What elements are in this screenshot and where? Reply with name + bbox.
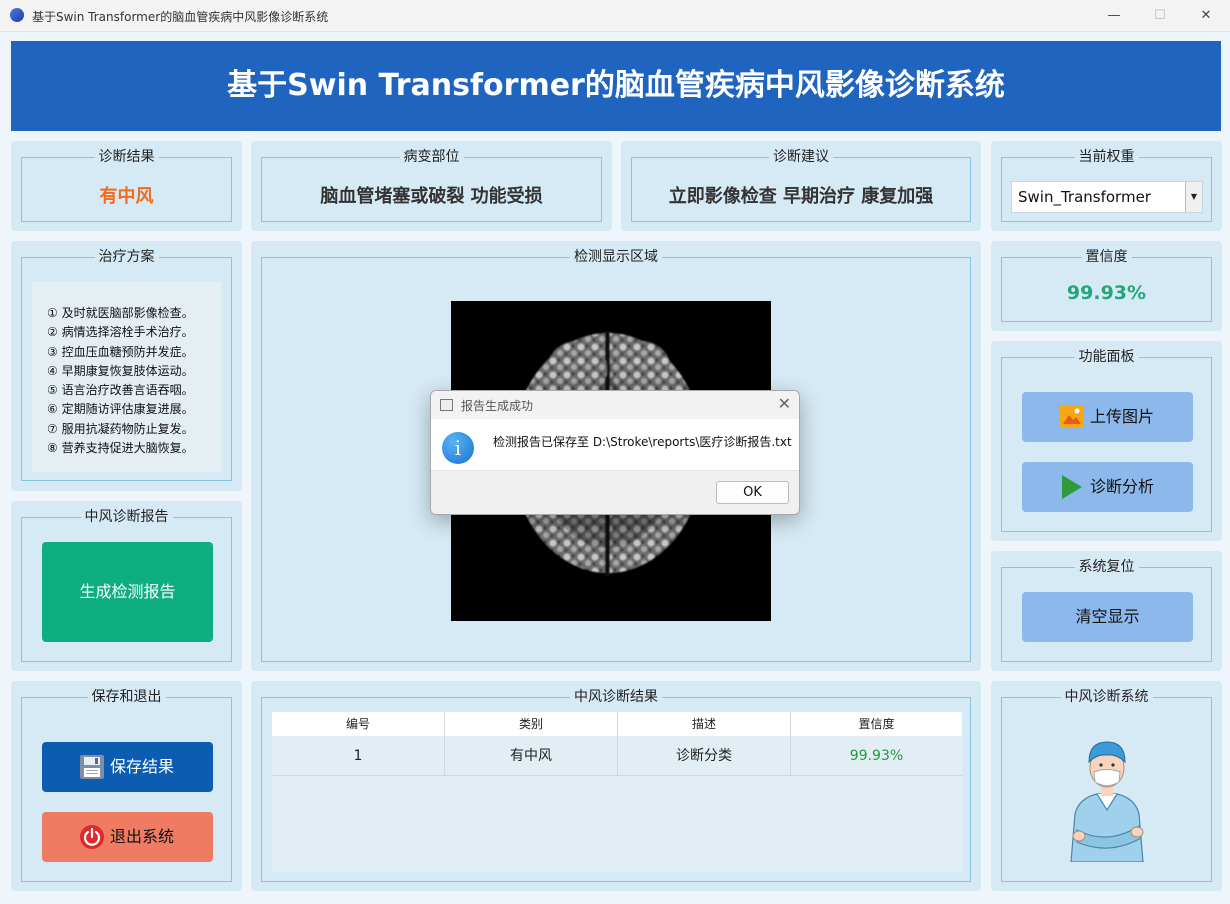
save-exit-label: 保存和退出 xyxy=(87,689,166,705)
weight-select-value: Swin_Transformer xyxy=(1018,188,1151,206)
power-icon xyxy=(80,825,104,849)
diagnosis-result-panel: 诊断结果 有中风 xyxy=(11,141,242,231)
treatment-item: ③ 控血压血糖预防并发症。 xyxy=(47,344,194,359)
diagnosis-advice-label: 诊断建议 xyxy=(769,149,833,165)
cell-confidence: 99.93% xyxy=(849,748,904,764)
exit-system-button[interactable]: 退出系统 xyxy=(42,812,213,862)
cell-category: 有中风 xyxy=(445,736,618,776)
diagnosis-result-group: 诊断结果 有中风 xyxy=(21,149,232,222)
column-header-confidence[interactable]: 置信度 xyxy=(791,712,962,736)
window-icon xyxy=(440,399,453,411)
diagnosis-advice-group: 诊断建议 立即影像检查 早期治疗 康复加强 xyxy=(631,149,971,222)
weight-select[interactable]: Swin_Transformer ▼ xyxy=(1011,181,1203,213)
column-header-description[interactable]: 描述 xyxy=(618,712,791,736)
cell-description: 诊断分类 xyxy=(618,736,791,776)
clear-display-button[interactable]: 清空显示 xyxy=(1022,592,1193,642)
diagnosis-advice-value: 立即影像检查 早期治疗 康复加强 xyxy=(668,186,934,207)
save-exit-panel: 保存和退出 保存结果 退出系统 xyxy=(11,681,242,891)
confidence-value: 99.93% xyxy=(1066,282,1147,304)
maximize-button[interactable]: ☐ xyxy=(1140,4,1180,28)
doctor-illustration-icon xyxy=(1070,741,1144,862)
close-icon[interactable]: ✕ xyxy=(778,394,791,413)
lesion-site-panel: 病变部位 脑血管堵塞或破裂 功能受损 xyxy=(251,141,612,231)
detection-area-label: 检测显示区域 xyxy=(570,249,662,265)
system-logo-group: 中风诊断系统 xyxy=(1001,689,1212,882)
confidence-group: 置信度 99.93% xyxy=(1001,249,1212,322)
results-table[interactable]: 编号 类别 描述 置信度 1 有中风 诊断分类 99.93% xyxy=(272,712,962,872)
floppy-disk-icon xyxy=(80,755,104,779)
treatment-item: ④ 早期康复恢复肢体运动。 xyxy=(47,363,194,378)
save-exit-group: 保存和退出 保存结果 退出系统 xyxy=(21,689,232,882)
function-panel-label: 功能面板 xyxy=(1074,349,1139,365)
save-results-button[interactable]: 保存结果 xyxy=(42,742,213,792)
upload-image-label: 上传图片 xyxy=(1090,407,1155,426)
function-panel: 功能面板 上传图片 诊断分析 xyxy=(991,341,1222,541)
system-reset-label: 系统复位 xyxy=(1074,559,1139,575)
upload-image-button[interactable]: 上传图片 xyxy=(1022,392,1193,442)
system-reset-group: 系统复位 清空显示 xyxy=(1001,559,1212,662)
exit-system-label: 退出系统 xyxy=(110,827,175,846)
function-group: 功能面板 上传图片 诊断分析 xyxy=(1001,349,1212,532)
stroke-report-label: 中风诊断报告 xyxy=(80,509,173,525)
cell-id: 1 xyxy=(272,736,445,776)
diagnose-analyze-label: 诊断分析 xyxy=(1090,477,1155,496)
current-weight-group: 当前权重 Swin_Transformer ▼ xyxy=(1001,149,1212,222)
diagnosis-advice-panel: 诊断建议 立即影像检查 早期治疗 康复加强 xyxy=(621,141,981,231)
chevron-down-icon[interactable]: ▼ xyxy=(1185,182,1202,212)
stroke-report-panel: 中风诊断报告 生成检测报告 xyxy=(11,501,242,671)
dialog-titlebar: 报告生成成功 ✕ xyxy=(431,391,799,419)
treatment-plan-group: 治疗方案 ① 及时就医脑部影像检查。 ② 病情选择溶栓手术治疗。 ③ 控血压血糖… xyxy=(21,249,232,481)
window-title: 基于Swin Transformer的脑血管疾病中风影像诊断系统 xyxy=(32,10,329,24)
minimize-button[interactable]: — xyxy=(1094,4,1134,28)
treatment-plan-label: 治疗方案 xyxy=(94,249,159,265)
treatment-item: ② 病情选择溶栓手术治疗。 xyxy=(47,325,194,340)
lesion-site-value: 脑血管堵塞或破裂 功能受损 xyxy=(320,186,543,207)
lesion-site-group: 病变部位 脑血管堵塞或破裂 功能受损 xyxy=(261,149,602,222)
confidence-panel: 置信度 99.93% xyxy=(991,241,1222,331)
treatment-list: ① 及时就医脑部影像检查。 ② 病情选择溶栓手术治疗。 ③ 控血压血糖预防并发症… xyxy=(32,282,222,472)
report-success-dialog: 报告生成成功 ✕ i 检测报告已保存至 D:\Stroke\reports\医疗… xyxy=(430,390,800,515)
current-weight-label: 当前权重 xyxy=(1074,149,1139,165)
results-panel: 中风诊断结果 编号 类别 描述 置信度 1 有中风 诊断分类 99.93% xyxy=(251,681,981,891)
results-table-label: 中风诊断结果 xyxy=(570,689,662,705)
page-title: 基于Swin Transformer的脑血管疾病中风影像诊断系统 xyxy=(227,68,1005,103)
stroke-report-group: 中风诊断报告 生成检测报告 xyxy=(21,509,232,662)
app-icon xyxy=(10,8,24,22)
ok-button[interactable]: OK xyxy=(716,481,789,504)
system-logo-panel: 中风诊断系统 xyxy=(991,681,1222,891)
system-logo-label: 中风诊断系统 xyxy=(1060,689,1153,705)
dialog-message: 检测报告已保存至 D:\Stroke\reports\医疗诊断报告.txt xyxy=(493,435,792,449)
table-row[interactable]: 1 有中风 诊断分类 99.93% xyxy=(272,736,962,776)
treatment-plan-panel: 治疗方案 ① 及时就医脑部影像检查。 ② 病情选择溶栓手术治疗。 ③ 控血压血糖… xyxy=(11,241,242,491)
treatment-item: ⑧ 营养支持促进大脑恢复。 xyxy=(47,441,194,456)
window-titlebar: 基于Swin Transformer的脑血管疾病中风影像诊断系统 — ☐ ✕ xyxy=(0,0,1230,32)
table-header: 编号 类别 描述 置信度 xyxy=(272,712,962,736)
confidence-label: 置信度 xyxy=(1081,249,1132,265)
current-weight-panel: 当前权重 Swin_Transformer ▼ xyxy=(991,141,1222,231)
save-results-label: 保存结果 xyxy=(110,757,175,776)
system-reset-panel: 系统复位 清空显示 xyxy=(991,551,1222,671)
lesion-site-label: 病变部位 xyxy=(399,149,464,165)
header-banner: 基于Swin Transformer的脑血管疾病中风影像诊断系统 xyxy=(11,41,1221,131)
dialog-footer: OK xyxy=(431,470,799,514)
treatment-item: ⑥ 定期随访评估康复进展。 xyxy=(47,402,194,417)
info-icon: i xyxy=(442,432,474,464)
image-icon xyxy=(1060,405,1084,427)
column-header-id[interactable]: 编号 xyxy=(272,712,445,736)
treatment-item: ⑤ 语言治疗改善言语吞咽。 xyxy=(47,383,194,398)
close-button[interactable]: ✕ xyxy=(1186,4,1226,28)
results-group: 中风诊断结果 编号 类别 描述 置信度 1 有中风 诊断分类 99.93% xyxy=(261,689,971,882)
generate-report-button[interactable]: 生成检测报告 xyxy=(42,542,213,642)
diagnosis-result-value: 有中风 xyxy=(99,186,154,207)
treatment-item: ⑦ 服用抗凝药物防止复发。 xyxy=(47,421,194,436)
column-header-category[interactable]: 类别 xyxy=(445,712,618,736)
treatment-item: ① 及时就医脑部影像检查。 xyxy=(47,306,194,320)
diagnosis-result-label: 诊断结果 xyxy=(94,149,159,165)
play-icon xyxy=(1062,475,1082,499)
dialog-title: 报告生成成功 xyxy=(461,399,534,413)
diagnose-analyze-button[interactable]: 诊断分析 xyxy=(1022,462,1193,512)
